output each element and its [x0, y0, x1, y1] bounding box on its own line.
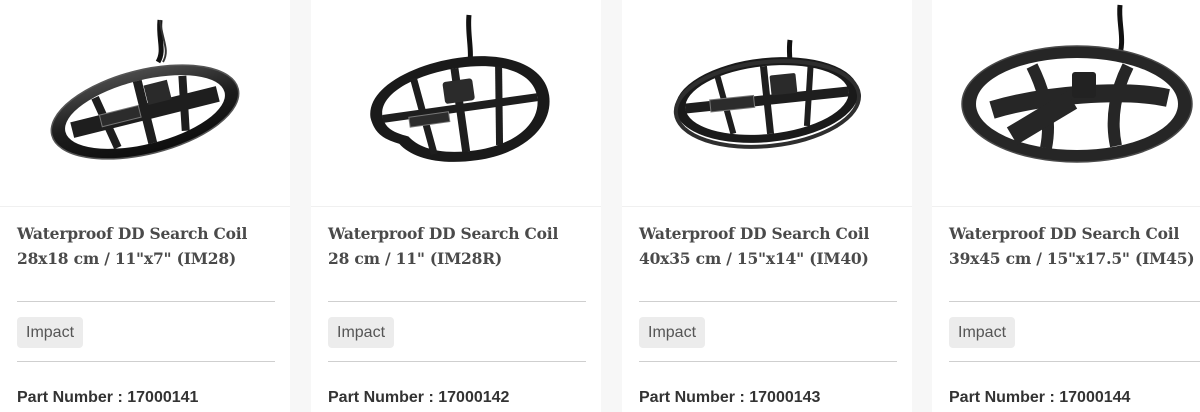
- brand-tag[interactable]: Impact: [17, 317, 84, 348]
- product-card[interactable]: Waterproof DD Search Coil 40x35 cm / 15"…: [622, 0, 912, 412]
- product-title-line-2[interactable]: 28 cm / 11" (IM28R): [328, 246, 590, 271]
- product-title[interactable]: Waterproof DD Search Coil 40x35 cm / 15"…: [639, 221, 901, 271]
- part-number: Part Number : 17000143: [639, 389, 821, 406]
- product-card[interactable]: Waterproof DD Search Coil 28x18 cm / 11"…: [0, 0, 290, 412]
- product-title-line-1[interactable]: Waterproof DD Search Coil: [17, 221, 279, 246]
- part-number: Part Number : 17000142: [328, 389, 510, 406]
- product-info: Waterproof DD Search Coil 39x45 cm / 15"…: [932, 206, 1200, 412]
- search-coil-image: [961, 4, 1193, 163]
- divider: [949, 361, 1200, 362]
- search-coil-image: [673, 39, 862, 149]
- product-title-line-2[interactable]: 39x45 cm / 15"x17.5" (IM45): [949, 246, 1199, 271]
- product-title[interactable]: Waterproof DD Search Coil 28 cm / 11" (I…: [328, 221, 590, 271]
- product-info: Waterproof DD Search Coil 40x35 cm / 15"…: [622, 206, 912, 412]
- product-title-line-2[interactable]: 40x35 cm / 15"x14" (IM40): [639, 246, 901, 271]
- divider: [949, 301, 1200, 302]
- product-info: Waterproof DD Search Coil 28x18 cm / 11"…: [0, 206, 290, 412]
- divider: [328, 361, 586, 362]
- product-info: Waterproof DD Search Coil 28 cm / 11" (I…: [311, 206, 601, 412]
- product-title-line-1[interactable]: Waterproof DD Search Coil: [639, 221, 901, 246]
- divider: [639, 301, 897, 302]
- brand-tag[interactable]: Impact: [328, 317, 395, 348]
- divider: [17, 301, 275, 302]
- divider: [639, 361, 897, 362]
- product-image-link[interactable]: [622, 0, 912, 198]
- product-title-line-1[interactable]: Waterproof DD Search Coil: [949, 221, 1199, 246]
- product-title-line-2[interactable]: 28x18 cm / 11"x7" (IM28): [17, 246, 279, 271]
- part-number: Part Number : 17000144: [949, 389, 1131, 406]
- divider: [328, 301, 586, 302]
- product-card[interactable]: Waterproof DD Search Coil 39x45 cm / 15"…: [932, 0, 1200, 412]
- brand-tag[interactable]: Impact: [949, 317, 1016, 348]
- search-coil-image: [50, 19, 240, 160]
- product-title[interactable]: Waterproof DD Search Coil 28x18 cm / 11"…: [17, 221, 279, 271]
- product-image-link[interactable]: [311, 0, 601, 198]
- product-title-line-1[interactable]: Waterproof DD Search Coil: [328, 221, 590, 246]
- product-grid: Waterproof DD Search Coil 28x18 cm / 11"…: [0, 0, 1200, 412]
- part-number: Part Number : 17000141: [17, 389, 199, 406]
- product-title[interactable]: Waterproof DD Search Coil 39x45 cm / 15"…: [949, 221, 1199, 271]
- product-image-link[interactable]: [932, 0, 1200, 198]
- search-coil-image: [370, 14, 550, 162]
- divider: [17, 361, 275, 362]
- brand-tag[interactable]: Impact: [639, 317, 706, 348]
- product-image-link[interactable]: [0, 0, 290, 198]
- product-card[interactable]: Waterproof DD Search Coil 28 cm / 11" (I…: [311, 0, 601, 412]
